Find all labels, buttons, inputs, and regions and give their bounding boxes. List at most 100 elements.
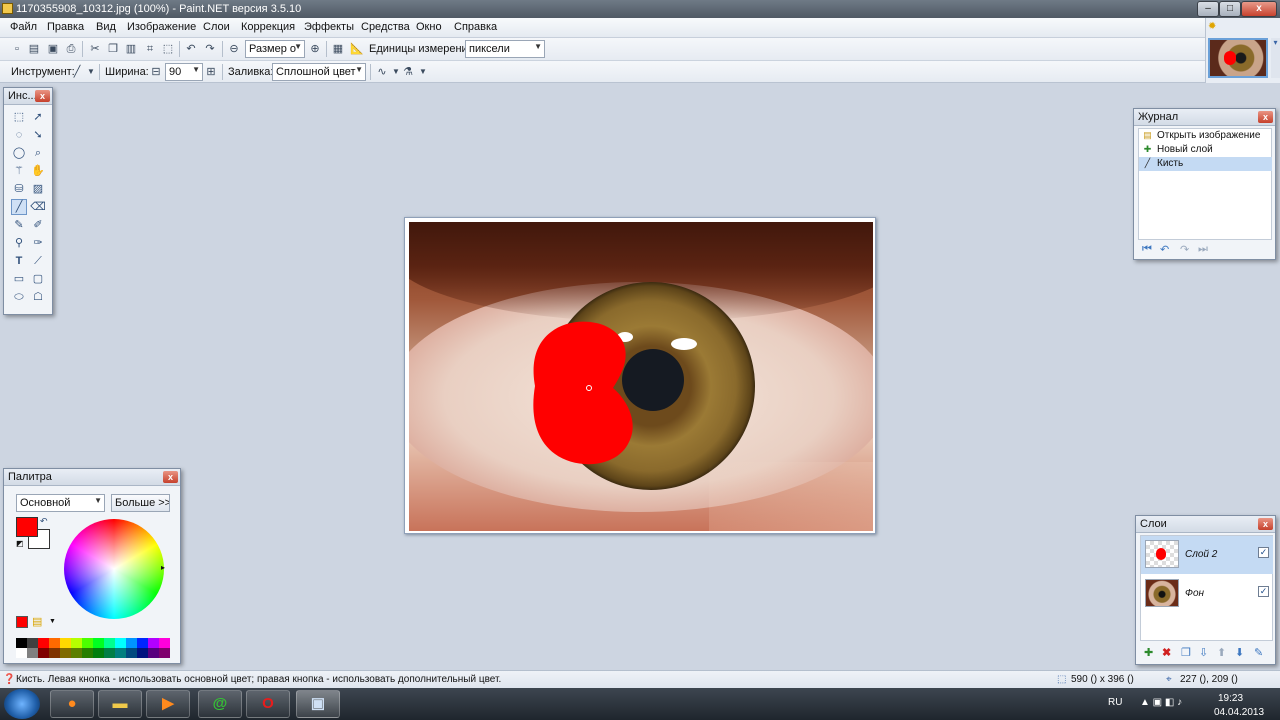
layer-properties-icon[interactable]: ✎ (1254, 646, 1263, 659)
magic-wand-tool[interactable]: ⚚ (11, 163, 27, 179)
line-curve-tool[interactable]: ⟋ (30, 253, 46, 269)
firefox-icon[interactable]: ● (50, 690, 94, 718)
copy-icon[interactable]: ❐ (106, 42, 120, 56)
zoom-out-icon[interactable]: ⊖ (227, 42, 241, 56)
crop-icon[interactable]: ⌗ (143, 42, 157, 56)
zoom-in-icon[interactable]: ⊕ (308, 42, 322, 56)
cut-icon[interactable]: ✂ (88, 42, 102, 56)
image-canvas[interactable] (409, 222, 873, 531)
units-combo[interactable]: пиксели ▼ (465, 40, 545, 58)
menu-view[interactable]: Вид (94, 21, 118, 33)
palette-color-swatch[interactable] (115, 638, 126, 648)
freeform-shape-tool[interactable]: ☖ (30, 289, 46, 305)
palette-color-swatch[interactable] (104, 648, 115, 658)
palette-color-swatch[interactable] (104, 638, 115, 648)
new-icon[interactable]: ▫ (10, 42, 24, 56)
palette-color-swatch[interactable] (126, 638, 137, 648)
palette-color-swatch[interactable] (126, 648, 137, 658)
palette-color-swatch[interactable] (38, 648, 49, 658)
merge-layer-down-icon[interactable]: ⇩ (1199, 646, 1208, 659)
more-button[interactable]: Больше >> (111, 494, 170, 512)
rewind-icon[interactable]: ⏮ (1142, 243, 1152, 256)
palette-color-swatch[interactable] (137, 648, 148, 658)
media-player-icon[interactable]: ▶ (146, 690, 190, 718)
palette-color-swatch[interactable] (82, 648, 93, 658)
fast-forward-icon[interactable]: ⏭ (1198, 243, 1208, 256)
redo-icon[interactable]: ↷ (203, 42, 217, 56)
system-tray-icons[interactable]: ▲ ▣ ◧ ♪ (1140, 697, 1182, 708)
chevron-down-icon[interactable]: ▼ (84, 65, 98, 79)
palette-color-swatch[interactable] (71, 648, 82, 658)
duplicate-layer-icon[interactable]: ❐ (1181, 646, 1191, 659)
palette-color-swatch[interactable] (27, 648, 38, 658)
menu-window[interactable]: Окно (414, 21, 444, 33)
primary-color-swatch[interactable] (16, 517, 38, 537)
save-icon[interactable]: ▣ (46, 42, 60, 56)
palette-color-swatch[interactable] (49, 638, 60, 648)
menu-effects[interactable]: Эффекты (302, 21, 356, 33)
print-icon[interactable]: ⎙ (64, 42, 78, 56)
deselect-icon[interactable]: ⬚ (161, 42, 175, 56)
palette-panel-close-button[interactable]: x (163, 471, 178, 483)
palette-color-swatch[interactable] (137, 638, 148, 648)
chevron-down-icon[interactable]: ▼ (49, 618, 56, 625)
paint-bucket-tool[interactable]: ⛁ (11, 181, 27, 197)
antialiasing-icon[interactable]: ∿ (375, 65, 389, 79)
history-item-brush[interactable]: ╱ Кисть (1139, 157, 1272, 171)
history-item-new-layer[interactable]: ✚ Новый слой (1139, 143, 1272, 157)
palette-mode-combo[interactable]: Основной ▼ (16, 494, 105, 512)
decrease-width-icon[interactable]: ⊟ (149, 65, 163, 79)
menu-adjustments[interactable]: Коррекция (239, 21, 297, 33)
palette-color-swatch[interactable] (27, 638, 38, 648)
palette-color-swatch[interactable] (115, 648, 126, 658)
paint-net-taskbar-icon[interactable]: ▣ (296, 690, 340, 718)
increase-width-icon[interactable]: ⊞ (204, 65, 218, 79)
swap-colors-icon[interactable]: ↶ (40, 516, 48, 527)
grid-icon[interactable]: ▦ (331, 42, 345, 56)
move-selection-tool[interactable]: ➚ (30, 109, 46, 125)
palette-color-swatch[interactable] (60, 638, 71, 648)
thumbnail-scroll-icon[interactable]: ▾ (1271, 38, 1280, 78)
history-panel-close-button[interactable]: x (1258, 111, 1273, 123)
add-layer-icon[interactable]: ✚ (1144, 646, 1153, 659)
chevron-down-icon[interactable]: ▼ (416, 65, 430, 79)
move-selected-tool[interactable]: ➘ (30, 127, 46, 143)
start-button[interactable] (4, 689, 40, 719)
palette-panel-title[interactable]: Палитра (4, 469, 180, 486)
color-wheel[interactable] (64, 519, 164, 619)
palette-color-swatch[interactable] (148, 638, 159, 648)
zoom-tool[interactable]: ⌕ (30, 145, 46, 161)
palette-file-icon[interactable]: ▤ (32, 615, 42, 628)
layer-visibility-checkbox[interactable]: ✓ (1258, 586, 1269, 597)
palette-color-swatch[interactable] (16, 638, 27, 648)
clock-date[interactable]: 04.04.2013 (1214, 707, 1264, 718)
language-indicator[interactable]: RU (1108, 697, 1122, 708)
palette-color-swatch[interactable] (82, 638, 93, 648)
rounded-rectangle-tool[interactable]: ▢ (30, 271, 46, 287)
layer-item-layer2[interactable]: Слой 2 ✓ (1141, 536, 1273, 574)
menu-image[interactable]: Изображение (125, 21, 198, 33)
delete-layer-icon[interactable]: ✖ (1162, 646, 1171, 659)
add-color-icon[interactable] (16, 616, 28, 628)
lasso-select-tool[interactable]: ◌ (11, 127, 27, 143)
paste-icon[interactable]: ▥ (124, 42, 138, 56)
open-icon[interactable]: ▤ (27, 42, 41, 56)
redo-icon[interactable]: ↷ (1180, 243, 1189, 256)
palette-color-swatch[interactable] (93, 648, 104, 658)
ellipse-select-tool[interactable]: ◯ (11, 145, 27, 161)
menu-help[interactable]: Справка (452, 21, 499, 33)
history-panel-title[interactable]: Журнал (1134, 109, 1275, 126)
layers-panel-title[interactable]: Слои (1136, 516, 1275, 533)
text-tool[interactable]: T (11, 253, 27, 269)
gradient-tool[interactable]: ▨ (30, 181, 46, 197)
undo-icon[interactable]: ↶ (1160, 243, 1169, 256)
palette-color-swatch[interactable] (159, 648, 170, 658)
close-window-button[interactable]: x (1241, 1, 1277, 17)
ruler-icon[interactable]: 📐 (350, 42, 364, 56)
palette-color-swatch[interactable] (159, 638, 170, 648)
opera-icon[interactable]: O (246, 690, 290, 718)
icq-icon[interactable]: @ (198, 690, 242, 718)
palette-color-swatch[interactable] (93, 638, 104, 648)
brush-tool[interactable]: ╱ (11, 199, 27, 215)
eraser-tool[interactable]: ⌫ (30, 199, 46, 215)
